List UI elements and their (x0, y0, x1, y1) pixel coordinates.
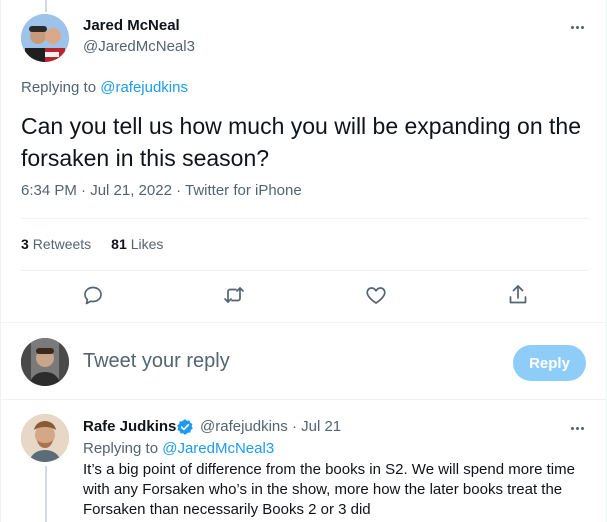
retweets-label: Retweets (32, 236, 92, 252)
tweet-stats: 3 Retweets 81 Likes (21, 236, 163, 252)
divider (1, 399, 607, 400)
reply-icon[interactable] (81, 283, 105, 307)
author-name[interactable]: Rafe Judkins (83, 418, 176, 435)
replying-to-line: Replying to @rafejudkins (21, 79, 188, 96)
likes-label: Likes (130, 236, 164, 252)
retweet-icon[interactable] (222, 283, 246, 307)
retweets-count: 3 (21, 236, 29, 252)
verified-badge-icon (176, 418, 194, 436)
replying-to-link[interactable]: @JaredMcNeal3 (162, 440, 274, 457)
replying-to-prefix: Replying to (83, 440, 163, 457)
tweet-meta: 6:34 PM · Jul 21, 2022 · Twitter for iPh… (21, 182, 302, 199)
author-name[interactable]: Jared McNeal (83, 17, 180, 34)
separator-dot: · (291, 418, 297, 435)
divider (21, 270, 589, 271)
author-handle[interactable]: @rafejudkins (200, 418, 288, 435)
reply-button[interactable]: Reply (513, 345, 586, 381)
reply-byline: @rafejudkins · Jul 21 (200, 418, 341, 435)
like-icon[interactable] (364, 283, 388, 307)
likes-count: 81 (111, 236, 127, 252)
tweet-thread-panel: Jared McNeal @JaredMcNeal3 Replying to @… (0, 0, 607, 522)
avatar[interactable] (21, 14, 69, 62)
replying-to-prefix: Replying to (21, 79, 101, 96)
retweets-stat[interactable]: 3 Retweets (21, 236, 91, 252)
avatar[interactable] (21, 414, 69, 462)
thread-connector-top (45, 0, 47, 12)
thread-connector (45, 466, 47, 522)
replying-to-link[interactable]: @rafejudkins (100, 79, 188, 96)
divider (21, 218, 589, 219)
likes-stat[interactable]: 81 Likes (111, 236, 163, 252)
tweet-date[interactable]: Jul 21 (301, 418, 341, 435)
avatar[interactable] (21, 338, 69, 386)
reply-input[interactable]: Tweet your reply (83, 350, 230, 373)
more-options-icon[interactable] (567, 17, 587, 37)
share-icon[interactable] (506, 283, 530, 307)
author-handle[interactable]: @JaredMcNeal3 (83, 38, 195, 55)
replying-to-line: Replying to @JaredMcNeal3 (83, 440, 274, 457)
tweet-text: Can you tell us how much you will be exp… (21, 113, 582, 171)
divider (1, 322, 607, 323)
reply-tweet-text: It’s a big point of difference from the … (83, 461, 575, 518)
more-options-icon[interactable] (567, 418, 587, 438)
